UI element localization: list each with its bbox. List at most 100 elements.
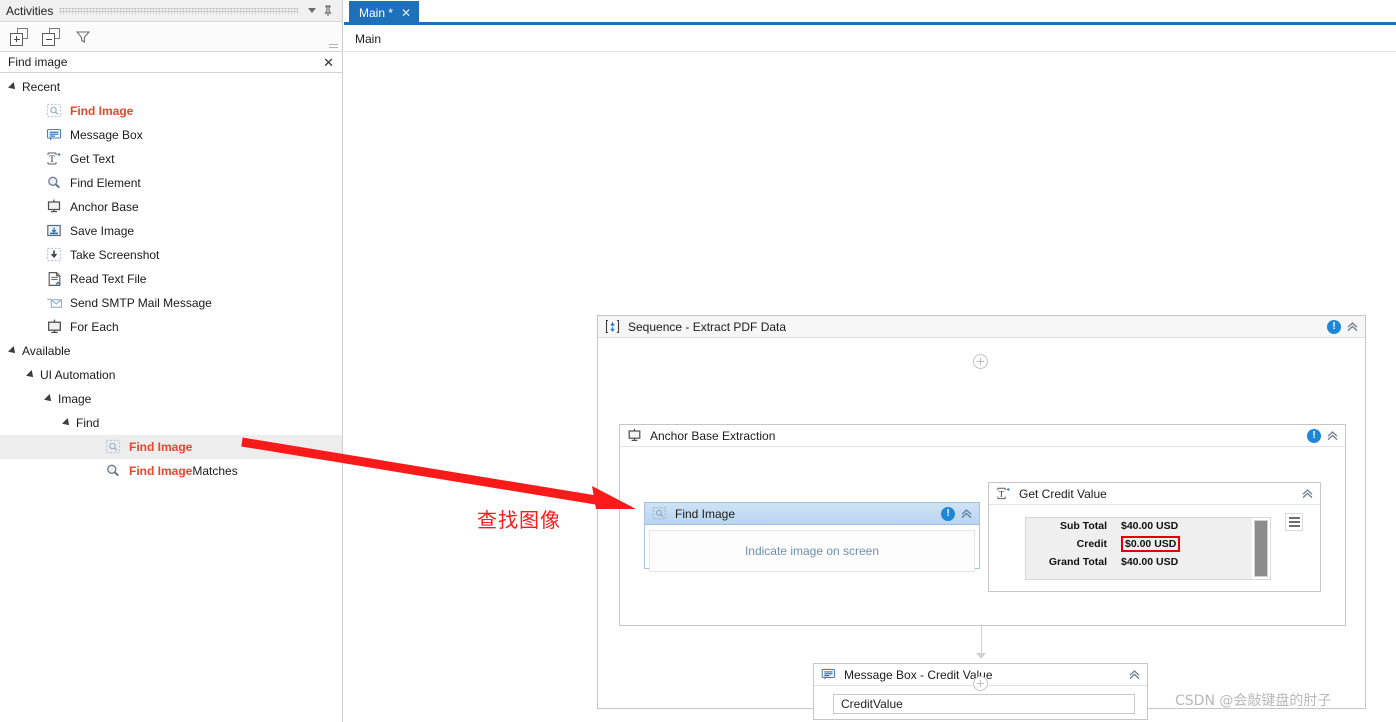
sequence-header[interactable]: Sequence - Extract PDF Data ! — [598, 316, 1365, 338]
find-image-activity[interactable]: Find Image ! Indicate image on screen — [644, 502, 980, 572]
expand-all-icon[interactable] — [10, 27, 28, 46]
activity-item-take-screenshot[interactable]: Take Screenshot — [0, 243, 342, 267]
find-image-icon — [652, 506, 668, 521]
message-box-activity[interactable]: Message Box - Credit Value CreditValue — [813, 663, 1148, 720]
activity-label: For Each — [70, 320, 119, 334]
table-row: Sub Total $40.00 USD — [1026, 518, 1252, 534]
pin-icon[interactable] — [320, 3, 336, 19]
chevron-up-icon[interactable] — [1128, 668, 1141, 681]
expander-icon[interactable] — [8, 346, 18, 356]
tree-node-find[interactable]: Find — [0, 411, 342, 435]
save-image-icon — [46, 223, 63, 239]
activity-label: Find Image — [70, 104, 134, 118]
get-credit-value-activity[interactable]: T Get Credit Value Sub Total $40.00 USD … — [988, 482, 1321, 592]
screenshot-scrollbar[interactable] — [1254, 520, 1268, 577]
tree-node-label: UI Automation — [40, 368, 116, 382]
activity-item-read-text-file[interactable]: Read Text File — [0, 267, 342, 291]
close-icon[interactable]: ✕ — [401, 6, 411, 20]
send-smtp-mail-icon — [47, 298, 62, 308]
activity-label: Read Text File — [70, 272, 147, 286]
row-label: Sub Total — [1059, 520, 1107, 532]
add-activity-icon[interactable] — [973, 354, 988, 369]
flow-connector-line — [981, 626, 982, 654]
hamburger-menu-icon[interactable] — [1285, 513, 1303, 531]
message-text-input[interactable]: CreditValue — [833, 694, 1135, 714]
activities-tree: Recent Find Image Message Box T Get Text — [0, 73, 342, 483]
tree-group-label: Recent — [22, 80, 61, 94]
svg-text:T: T — [49, 154, 55, 164]
tree-leaf-label: Find Image — [129, 464, 193, 478]
activities-search-row[interactable]: Find image ✕ — [0, 52, 342, 73]
activity-item-save-image[interactable]: Save Image — [0, 219, 342, 243]
collapse-all-icon[interactable] — [42, 27, 60, 46]
tree-group-recent[interactable]: Recent — [0, 75, 342, 99]
chevron-up-icon[interactable] — [1326, 429, 1339, 442]
breadcrumb: Main — [344, 28, 1396, 50]
activity-item-find-image[interactable]: Find Image — [0, 99, 342, 123]
activity-item-send-smtp-mail-message[interactable]: Send SMTP Mail Message — [0, 291, 342, 315]
workflow-designer-canvas[interactable]: Sequence - Extract PDF Data ! Anchor Bas… — [344, 51, 1396, 722]
anchor-base-header[interactable]: Anchor Base Extraction ! — [620, 425, 1345, 447]
activity-item-get-text[interactable]: T Get Text — [0, 147, 342, 171]
expander-icon[interactable] — [8, 82, 18, 92]
activity-label: Save Image — [70, 224, 135, 238]
activity-item-message-box[interactable]: Message Box — [0, 123, 342, 147]
sequence-icon — [605, 319, 621, 334]
expander-icon[interactable] — [62, 418, 72, 428]
search-input[interactable]: Find image — [8, 55, 321, 69]
expander-icon[interactable] — [44, 394, 54, 404]
tree-node-image[interactable]: Image — [0, 387, 342, 411]
find-image-title: Find Image — [675, 506, 736, 521]
table-row: Credit $0.00 USD — [1026, 534, 1252, 554]
tree-node-ui-automation[interactable]: UI Automation — [0, 363, 342, 387]
expander-icon[interactable] — [26, 370, 36, 380]
activity-label: Find Element — [70, 176, 141, 190]
get-text-icon: T — [996, 486, 1012, 501]
activities-panel-title: Activities — [6, 3, 54, 18]
tree-group-available[interactable]: Available — [0, 339, 342, 363]
tree-leaf-find-image[interactable]: Find Image — [0, 435, 342, 459]
tree-leaf-find-image-matches[interactable]: Find Image Matches — [0, 459, 342, 483]
chevron-down-icon[interactable] — [304, 3, 320, 19]
chevron-up-icon[interactable] — [1346, 320, 1359, 333]
filter-icon[interactable] — [74, 28, 92, 46]
svg-text:T: T — [999, 489, 1005, 499]
activity-item-for-each[interactable]: For Each — [0, 315, 342, 339]
row-value: $40.00 USD — [1121, 556, 1179, 568]
indicate-image-on-screen-button[interactable]: Indicate image on screen — [649, 530, 975, 572]
activity-item-find-element[interactable]: Find Element — [0, 171, 342, 195]
tab-strip: Main * ✕ — [344, 0, 1396, 25]
activities-panel-header: Activities — [0, 0, 342, 22]
anchor-base-icon — [46, 199, 63, 215]
info-warning-icon[interactable]: ! — [1307, 428, 1321, 443]
info-warning-icon[interactable]: ! — [1327, 319, 1341, 334]
sequence-title: Sequence - Extract PDF Data — [628, 319, 787, 334]
row-value-highlighted: $0.00 USD — [1121, 534, 1252, 554]
tree-node-label: Find — [76, 416, 100, 430]
anchor-base-activity[interactable]: Anchor Base Extraction ! Find Image ! In… — [619, 424, 1346, 626]
activities-panel: Activities Find image ✕ Recent Find Imag… — [0, 0, 343, 722]
panel-resize-grip[interactable] — [329, 42, 338, 49]
target-screenshot-preview[interactable]: Sub Total $40.00 USD Credit $0.00 USD Gr… — [1025, 517, 1271, 580]
credit-value-highlight: $0.00 USD — [1121, 536, 1181, 552]
find-image-header[interactable]: Find Image ! — [645, 503, 979, 525]
chevron-up-icon[interactable] — [960, 507, 973, 520]
chevron-up-icon[interactable] — [1301, 487, 1314, 500]
tree-node-label: Image — [58, 392, 92, 406]
get-credit-value-header[interactable]: T Get Credit Value — [989, 483, 1320, 505]
sequence-activity[interactable]: Sequence - Extract PDF Data ! Anchor Bas… — [597, 315, 1366, 720]
activity-item-anchor-base[interactable]: Anchor Base — [0, 195, 342, 219]
clear-search-icon[interactable]: ✕ — [321, 56, 336, 69]
table-row: Grand Total $40.00 USD — [1026, 554, 1252, 570]
activities-toolbar — [0, 22, 342, 52]
breadcrumb-item[interactable]: Main — [355, 32, 381, 46]
indicate-image-label: Indicate image on screen — [744, 544, 880, 558]
info-warning-icon[interactable]: ! — [941, 506, 955, 521]
for-each-icon — [48, 319, 61, 334]
screenshot-content: Sub Total $40.00 USD Credit $0.00 USD Gr… — [1026, 518, 1252, 579]
add-activity-icon[interactable] — [973, 676, 988, 691]
row-value: $40.00 USD — [1121, 520, 1179, 532]
tab-main[interactable]: Main * ✕ — [349, 1, 420, 25]
anchor-base-title: Anchor Base Extraction — [650, 428, 776, 443]
get-credit-value-title: Get Credit Value — [1019, 486, 1107, 501]
